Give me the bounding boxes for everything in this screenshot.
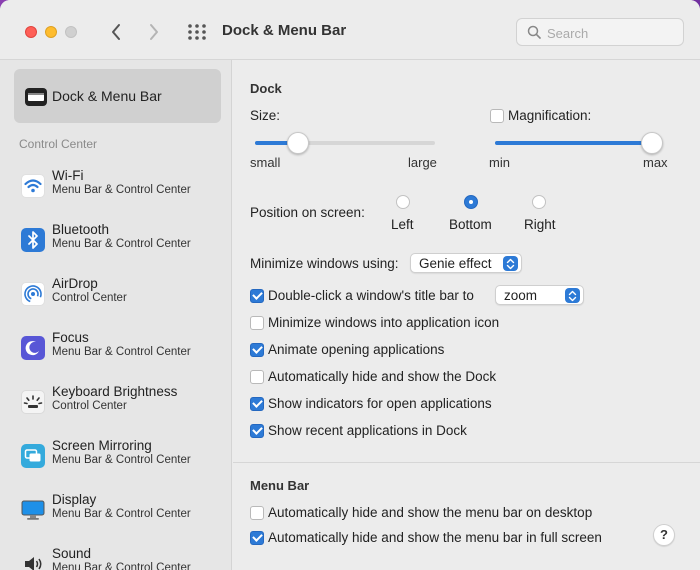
- position-bottom-radio[interactable]: [464, 195, 478, 209]
- sidebar-item-label: Dock & Menu Bar: [52, 88, 162, 104]
- main-pane: Dock Size: small large Magnification: mi…: [233, 60, 700, 570]
- magnification-slider-knob[interactable]: [641, 132, 663, 154]
- double-click-checkbox[interactable]: [250, 289, 264, 303]
- double-click-action-value: zoom: [504, 288, 538, 303]
- minimize-effect-value: Genie effect: [419, 256, 492, 271]
- chevron-right-icon: [150, 24, 158, 40]
- chevron-left-icon: [112, 24, 120, 40]
- animate-opening-checkbox[interactable]: [250, 343, 264, 357]
- double-click-action-popup[interactable]: zoom: [495, 285, 584, 305]
- sidebar-item-title: Screen Mirroring: [52, 438, 152, 453]
- sidebar-item-sound[interactable]: Sound Menu Bar & Control Center: [18, 546, 228, 570]
- sidebar-item-title: Bluetooth: [52, 222, 110, 237]
- minimize-into-icon-checkbox[interactable]: [250, 316, 264, 330]
- sidebar-item-dock-menu-bar[interactable]: Dock & Menu Bar: [14, 69, 221, 123]
- sidebar-item-wifi[interactable]: Wi-Fi Menu Bar & Control Center: [18, 168, 228, 208]
- show-all-button[interactable]: [186, 22, 208, 42]
- magnification-slider[interactable]: [495, 132, 663, 154]
- show-recent-checkbox[interactable]: [250, 424, 264, 438]
- autohide-dock-checkbox[interactable]: [250, 370, 264, 384]
- show-indicators-checkbox[interactable]: [250, 397, 264, 411]
- wifi-icon: [21, 174, 45, 198]
- magnification-label: Magnification:: [508, 108, 592, 123]
- title-bar: Dock & Menu Bar: [0, 0, 700, 60]
- position-left-label: Left: [391, 217, 414, 232]
- sidebar-item-subtitle: Menu Bar & Control Center: [52, 184, 191, 196]
- help-button[interactable]: ?: [653, 524, 675, 546]
- section-header-menu-bar: Menu Bar: [250, 478, 310, 493]
- position-right-label: Right: [524, 217, 556, 232]
- bluetooth-icon: [21, 228, 45, 252]
- position-left-radio[interactable]: [396, 195, 410, 209]
- autohide-menubar-desktop-checkbox[interactable]: [250, 506, 264, 520]
- search-field[interactable]: [516, 18, 684, 46]
- sound-icon: [21, 552, 45, 570]
- double-click-label: Double-click a window's title bar to: [268, 288, 474, 303]
- sidebar-item-subtitle: Menu Bar & Control Center: [52, 346, 191, 358]
- sidebar-item-display[interactable]: Display Menu Bar & Control Center: [18, 492, 228, 532]
- sidebar-item-subtitle: Menu Bar & Control Center: [52, 562, 191, 570]
- updown-chevron-icon: [565, 288, 580, 303]
- screen-mirroring-icon: [21, 444, 45, 468]
- autohide-menubar-desktop-label: Automatically hide and show the menu bar…: [268, 505, 593, 520]
- position-bottom-label: Bottom: [449, 217, 492, 232]
- size-slider[interactable]: [255, 132, 435, 154]
- magnification-checkbox[interactable]: [490, 109, 504, 123]
- minimize-into-icon-label: Minimize windows into application icon: [268, 315, 500, 330]
- sidebar-item-title: Wi-Fi: [52, 168, 84, 183]
- sidebar-item-keyboard-brightness[interactable]: Keyboard Brightness Control Center: [18, 384, 228, 424]
- sidebar-item-title: Sound: [52, 546, 92, 561]
- magnification-slider-fill: [495, 141, 652, 145]
- dock-icon: [25, 88, 47, 106]
- back-button[interactable]: [106, 20, 126, 44]
- sidebar-item-subtitle: Control Center: [52, 400, 127, 412]
- sidebar-item-title: Display: [52, 492, 97, 507]
- sidebar-item-subtitle: Control Center: [52, 292, 127, 304]
- minimize-button[interactable]: [45, 26, 57, 38]
- magnification-max-label: max: [643, 155, 668, 170]
- size-max-label: large: [408, 155, 437, 170]
- airdrop-icon: [21, 282, 45, 306]
- sidebar-item-subtitle: Menu Bar & Control Center: [52, 238, 191, 250]
- search-icon: [527, 25, 541, 39]
- zoom-button[interactable]: [65, 26, 77, 38]
- minimize-effect-popup[interactable]: Genie effect: [410, 253, 522, 273]
- search-input[interactable]: [547, 23, 677, 43]
- magnification-min-label: min: [489, 155, 510, 170]
- display-icon: [21, 498, 45, 522]
- section-header-control-center: Control Center: [19, 137, 98, 151]
- close-button[interactable]: [25, 26, 37, 38]
- window-title: Dock & Menu Bar: [222, 22, 347, 39]
- autohide-dock-label: Automatically hide and show the Dock: [268, 369, 497, 384]
- show-indicators-label: Show indicators for open applications: [268, 396, 492, 411]
- section-divider: [233, 462, 700, 463]
- animate-opening-label: Animate opening applications: [268, 342, 445, 357]
- size-label: Size:: [250, 108, 281, 123]
- sidebar: Dock & Menu Bar Control Center Wi-Fi Men…: [0, 60, 232, 570]
- sidebar-item-airdrop[interactable]: AirDrop Control Center: [18, 276, 228, 316]
- sidebar-item-subtitle: Menu Bar & Control Center: [52, 454, 191, 466]
- autohide-menubar-fullscreen-checkbox[interactable]: [250, 531, 264, 545]
- keyboard-brightness-icon: [21, 390, 45, 414]
- forward-button[interactable]: [144, 20, 164, 44]
- sidebar-item-focus[interactable]: Focus Menu Bar & Control Center: [18, 330, 228, 370]
- autohide-menubar-fullscreen-label: Automatically hide and show the menu bar…: [268, 530, 602, 545]
- sidebar-item-bluetooth[interactable]: Bluetooth Menu Bar & Control Center: [18, 222, 228, 262]
- position-right-radio[interactable]: [532, 195, 546, 209]
- show-recent-label: Show recent applications in Dock: [268, 423, 467, 438]
- section-header-dock: Dock: [250, 81, 282, 96]
- sidebar-item-title: AirDrop: [52, 276, 98, 291]
- grid-icon: [188, 24, 206, 40]
- minimize-label: Minimize windows using:: [250, 256, 399, 271]
- updown-chevron-icon: [503, 256, 518, 271]
- sidebar-item-title: Keyboard Brightness: [52, 384, 178, 399]
- sidebar-item-screen-mirroring[interactable]: Screen Mirroring Menu Bar & Control Cent…: [18, 438, 228, 478]
- position-label: Position on screen:: [250, 205, 365, 220]
- size-min-label: small: [250, 155, 281, 170]
- moon-icon: [21, 336, 45, 360]
- sidebar-item-subtitle: Menu Bar & Control Center: [52, 508, 191, 520]
- settings-window: Dock & Menu Bar Dock & Menu Bar Control …: [0, 0, 700, 570]
- sidebar-item-title: Focus: [52, 330, 89, 345]
- size-slider-knob[interactable]: [286, 132, 309, 154]
